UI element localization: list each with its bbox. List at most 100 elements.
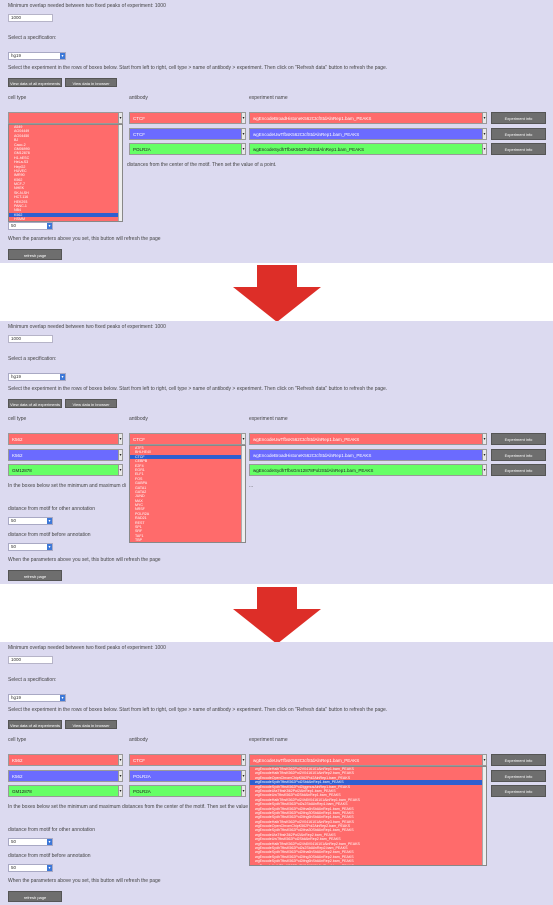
experiment-info-button-row1[interactable]: Experiment info [491,433,546,445]
cell-type-select-row1[interactable]: ▾ [8,112,123,124]
max-distance-select[interactable]: 50 ▾ [8,543,53,551]
cell-type-select-row2[interactable]: K562 ▾ [8,449,123,461]
view-all-button[interactable]: View data of all experiments [8,78,62,87]
genome-select[interactable]: hg19 ▾ [8,694,66,702]
overlap-input[interactable]: 1000 [8,335,53,343]
scrollbar[interactable] [482,767,486,865]
col-label-experiment: experiment name [249,416,288,422]
col-label-antibody: antibody [129,95,148,101]
experiment-info-button-row1[interactable]: Experiment info [491,754,546,766]
min-distance-select[interactable]: 50 ▾ [8,838,53,846]
refresh-button[interactable]: refresh page [8,891,62,902]
instructions-text: Select the experiment in the rows of box… [8,707,388,713]
min-distance-select[interactable]: 50 ▾ [8,517,53,525]
cell-type-select-row3[interactable]: GM12878 ▾ [8,464,123,476]
chevron-down-icon: ▾ [118,755,122,765]
chevron-down-icon: ▾ [60,53,65,59]
experiment-select-row2[interactable]: wgEncodeBroadHistoneK562CtcfStdAlnRep1.b… [249,449,487,461]
chevron-down-icon: ▾ [47,518,52,524]
cell-type-select-row2[interactable]: K562 ▾ [8,770,123,782]
chevron-down-icon: ▾ [118,771,122,781]
experiment-select-row2[interactable]: wgEncodeUwTfbsK562CtcfStdAlnRep1.bam_PEA… [249,128,487,140]
refresh-button[interactable]: refresh page [8,249,62,260]
genome-label: Select a specification: [8,356,57,362]
experiment-info-button-row2[interactable]: Experiment info [491,128,546,140]
max-distance-select[interactable]: 50 ▾ [8,222,53,230]
chevron-down-icon: ▾ [482,434,486,444]
experiment-info-button-row1[interactable]: Experiment info [491,112,546,124]
dropdown-option[interactable]: wgEncodeHaibTfbsK562Pol2V0416101AlnRep4.… [250,864,486,865]
view-all-button[interactable]: View data of all experiments [8,720,62,729]
genome-select[interactable]: hg19 ▾ [8,373,66,381]
header-text: Minimum overlap needed between two fixed… [8,645,166,651]
chevron-down-icon: ▾ [482,755,486,765]
cell-type-dropdown-list[interactable]: A549 AG04449 AG04450 BJ Caco-2 GM06990 GM12878… [8,124,123,222]
view-browser-button[interactable]: View data in browser [65,399,117,408]
header-text: Minimum overlap needed between two fixed… [8,3,166,9]
view-all-button[interactable]: View data of all experiments [8,399,62,408]
view-browser-button[interactable]: View data in browser [65,720,117,729]
panel-step-3: Minimum overlap needed between two fixed… [0,642,553,905]
experiment-info-button-row3[interactable]: Experiment info [491,143,546,155]
chevron-down-icon: ▾ [118,465,122,475]
genome-select[interactable]: hg19 ▾ [8,52,66,60]
antibody-select-row1[interactable]: CTCF ▾ [129,433,246,445]
header-text: Minimum overlap needed between two fixed… [8,324,166,330]
cell-type-select-row1[interactable]: K562 ▾ [8,433,123,445]
overlap-input[interactable]: 1000 [8,656,53,664]
col-label-antibody: antibody [129,416,148,422]
chevron-down-icon: ▾ [60,695,65,701]
experiment-select-row3[interactable]: wgEncodeSydhTfbsGm12878Pol2StdAlnRep1.ba… [249,464,487,476]
experiment-select-row1[interactable]: wgEncodeUwTfbsK562CtcfStdAlnRep1.bam_PEA… [249,754,487,766]
chevron-down-icon: ▾ [118,113,122,123]
chevron-down-icon: ▾ [241,144,245,154]
view-browser-button[interactable]: View data in browser [65,78,117,87]
experiment-select-row1[interactable]: wgEncodeUwTfbsK562CtcfStdAlnRep1.bam_PEA… [249,433,487,445]
experiment-info-button-row3[interactable]: Experiment info [491,785,546,797]
chevron-down-icon: ▾ [482,113,486,123]
experiment-info-button-row2[interactable]: Experiment info [491,449,546,461]
cell-type-select-row3[interactable]: GM12878 ▾ [8,785,123,797]
experiment-info-button-row3[interactable]: Experiment info [491,464,546,476]
bottom-text: When the parameters above you set, this … [8,236,161,242]
overlap-input[interactable]: 1000 [8,14,53,22]
max-distance-label: distance from motif before annotation [8,532,91,538]
instructions-text: Select the experiment in the rows of box… [8,65,388,71]
col-label-cell: cell type [8,95,27,101]
chevron-down-icon: ▾ [47,223,52,229]
experiment-select-row3[interactable]: wgEncodeSydhTfbsK562Pol2StdAlnRep1.bam_P… [249,143,487,155]
chevron-down-icon: ▾ [241,113,245,123]
genome-label: Select a specification: [8,35,57,41]
antibody-select-row1[interactable]: CTCF ▾ [129,112,246,124]
chevron-down-icon: ▾ [47,839,52,845]
antibody-select-row1[interactable]: CTCF ▾ [129,754,246,766]
experiment-dropdown-list[interactable]: wgEncodeHaibTfbsK562Pol2V0416101AlnRep1.… [249,766,487,866]
scrollbar[interactable] [118,125,122,221]
cell-type-select-row1[interactable]: K562 ▾ [8,754,123,766]
antibody-select-row3[interactable]: POLR2A ▾ [129,785,246,797]
scrollbar[interactable] [241,446,245,542]
antibody-dropdown-list[interactable]: ATF3 BHLHE40 CTCF CEBPB E2F4 EGR1 ELF1 FOS GABPA… [129,445,246,543]
col-label-experiment: experiment name [249,95,288,101]
bottom-text: When the parameters above you set, this … [8,878,161,884]
chevron-down-icon: ▾ [482,144,486,154]
chevron-down-icon: ▾ [482,129,486,139]
panel-step-1: Minimum overlap needed between two fixed… [0,0,553,263]
antibody-select-row3[interactable]: POLR2A ▾ [129,143,246,155]
chevron-down-icon: ▾ [118,450,122,460]
antibody-select-row2[interactable]: CTCF ▾ [129,128,246,140]
col-label-cell: cell type [8,737,27,743]
note-text: In the boxes below set the minimum and m… [8,483,126,489]
antibody-select-row2[interactable]: POLR2A ▾ [129,770,246,782]
arrow-down-icon [233,265,321,322]
experiment-info-button-row2[interactable]: Experiment info [491,770,546,782]
col-label-cell: cell type [8,416,27,422]
refresh-button[interactable]: refresh page [8,570,62,581]
chevron-down-icon: ▾ [482,450,486,460]
min-distance-label: distance from motif for other annotation [8,827,95,833]
note-text: In the boxes below set the minimum and m… [8,804,249,810]
col-label-antibody: antibody [129,737,148,743]
max-distance-select[interactable]: 50 ▾ [8,864,53,872]
col-label-experiment: experiment name [249,737,288,743]
experiment-select-row1[interactable]: wgEncodeBroadHistoneK562CtcfStdAlnRep1.b… [249,112,487,124]
